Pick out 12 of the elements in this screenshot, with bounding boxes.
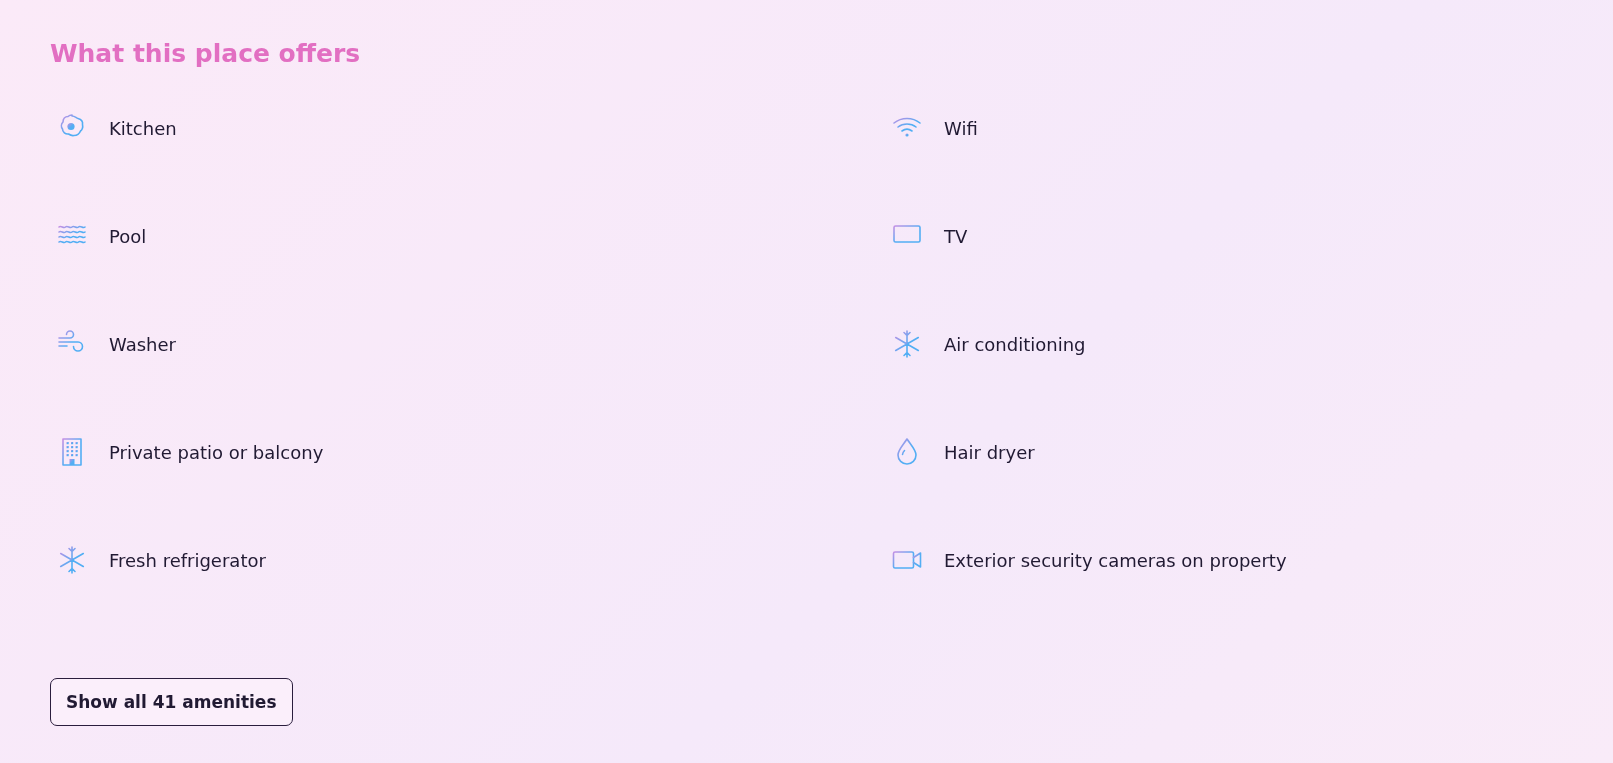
amenity-label: Pool bbox=[109, 225, 147, 247]
amenity-label: Kitchen bbox=[109, 117, 177, 139]
amenity-label: Wifi bbox=[944, 117, 978, 139]
amenity-label: Air conditioning bbox=[944, 333, 1086, 355]
amenity-label: Hair dryer bbox=[944, 441, 1035, 463]
amenity-label: Washer bbox=[109, 333, 176, 355]
amenity-label: TV bbox=[944, 225, 968, 247]
amenity-label: Exterior security cameras on property bbox=[944, 549, 1287, 571]
section-title: What this place offers bbox=[50, 38, 362, 70]
amenity-label: Private patio or balcony bbox=[109, 441, 324, 463]
amenity-label: Fresh refrigerator bbox=[109, 549, 266, 571]
show-all-button[interactable]: Show all 41 amenities bbox=[50, 678, 293, 726]
